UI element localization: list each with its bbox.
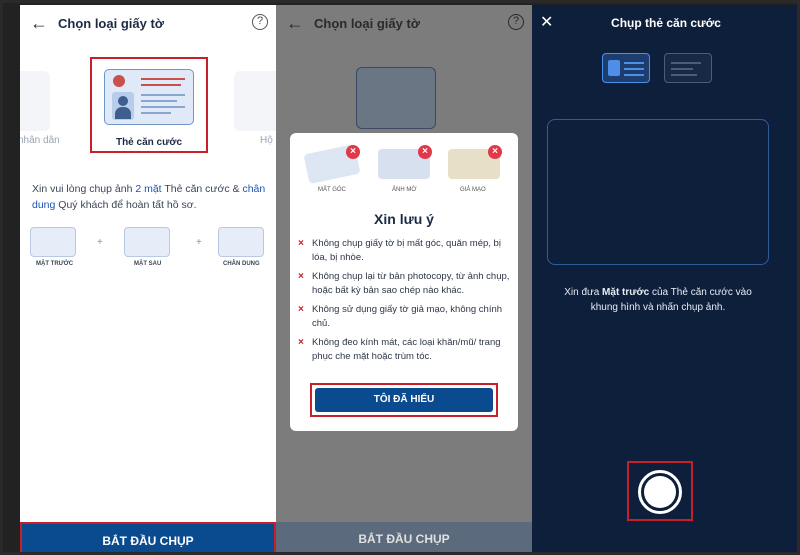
instruction-text: Xin vui lòng chụp ảnh 2 mặt Thẻ căn cước… (32, 183, 266, 211)
help-icon[interactable]: ? (252, 14, 268, 30)
shutter-button[interactable] (638, 470, 682, 514)
notice-modal-screen: ← Chọn loại giấy tờ ? BẮT ĐẦU CHỤP × MẤT… (276, 5, 532, 552)
back-arrow-icon[interactable]: ← (30, 13, 48, 34)
portrait-thumb (218, 227, 264, 257)
page-title: Chụp thẻ căn cước (611, 16, 721, 30)
front-side-thumb (30, 227, 76, 257)
back-side-label: MẶT SAU (134, 261, 162, 267)
error-x-icon: × (346, 145, 360, 159)
missing-corner-label: MẤT GÓC (318, 187, 346, 193)
camera-frame (547, 119, 769, 265)
selected-card-option (356, 67, 436, 129)
shutter-highlight (627, 461, 693, 521)
help-icon[interactable]: ? (508, 14, 524, 30)
blurry-label: ẢNH MỜ (392, 187, 417, 193)
camera-screen: ✕ Chụp thẻ căn cước Xin đưa Mặt trước củ… (532, 5, 797, 552)
error-x-icon: × (488, 145, 502, 159)
notice-modal: × MẤT GÓC × ẢNH MỜ × GIẢ MẠO Xin lưu ý ×… (290, 133, 518, 431)
start-capture-button: BẮT ĐẦU CHỤP (276, 522, 532, 552)
rules-list: × Không chụp giấy tờ bị mất góc, quăn mép… (298, 237, 512, 369)
card-option-left-label: nhân dân (20, 135, 60, 146)
id-card-icon (104, 69, 194, 125)
list-item: × Không chụp lại từ bản photocopy, từ ảnh… (298, 271, 510, 296)
confirm-highlight: TÔI ĐÃ HIỂU (310, 383, 498, 417)
card-option-right-label: Hộ (260, 135, 273, 146)
back-side-mode-icon[interactable] (664, 53, 712, 83)
list-item: × Không đeo kính mát, các loại khăn/mũ/ t… (298, 337, 501, 362)
modal-title: Xin lưu ý (374, 211, 434, 227)
understood-button[interactable]: TÔI ĐÃ HIỂU (315, 388, 493, 412)
camera-instruction: Xin đưa Mặt trước của Thẻ căn cước vào k… (564, 287, 752, 313)
fake-label: GIẢ MẠO (460, 187, 486, 193)
start-capture-button[interactable]: BẮT ĐẦU CHỤP (20, 522, 276, 552)
plus-icon: + (196, 237, 202, 248)
card-option-left[interactable] (20, 71, 50, 131)
page-title: Chọn loại giấy tờ (58, 16, 165, 31)
selected-card-label: Thẻ căn cước (115, 137, 183, 148)
front-side-mode-icon[interactable] (602, 53, 650, 83)
card-option-right[interactable] (234, 71, 276, 131)
header: ← Chọn loại giấy tờ ? (20, 5, 276, 43)
screenshot-frame: ← Chọn loại giấy tờ ? nhân dân Thẻ căn c… (0, 0, 800, 555)
header: ← Chọn loại giấy tờ ? (276, 5, 532, 43)
back-arrow-icon[interactable]: ← (286, 13, 304, 34)
back-side-thumb (124, 227, 170, 257)
front-side-label: MẶT TRƯỚC (36, 261, 74, 267)
selected-card-option[interactable]: Thẻ căn cước (90, 57, 208, 153)
list-item: × Không sử dụng giấy tờ giả mạo, không ch… (298, 304, 503, 329)
portrait-label: CHÂN DUNG (223, 261, 260, 267)
list-item: × Không chụp giấy tờ bị mất góc, quăn mép… (298, 238, 501, 263)
page-title: Chọn loại giấy tờ (314, 16, 421, 31)
plus-icon: + (97, 237, 103, 248)
document-type-screen: ← Chọn loại giấy tờ ? nhân dân Thẻ căn c… (20, 5, 276, 552)
error-x-icon: × (418, 145, 432, 159)
